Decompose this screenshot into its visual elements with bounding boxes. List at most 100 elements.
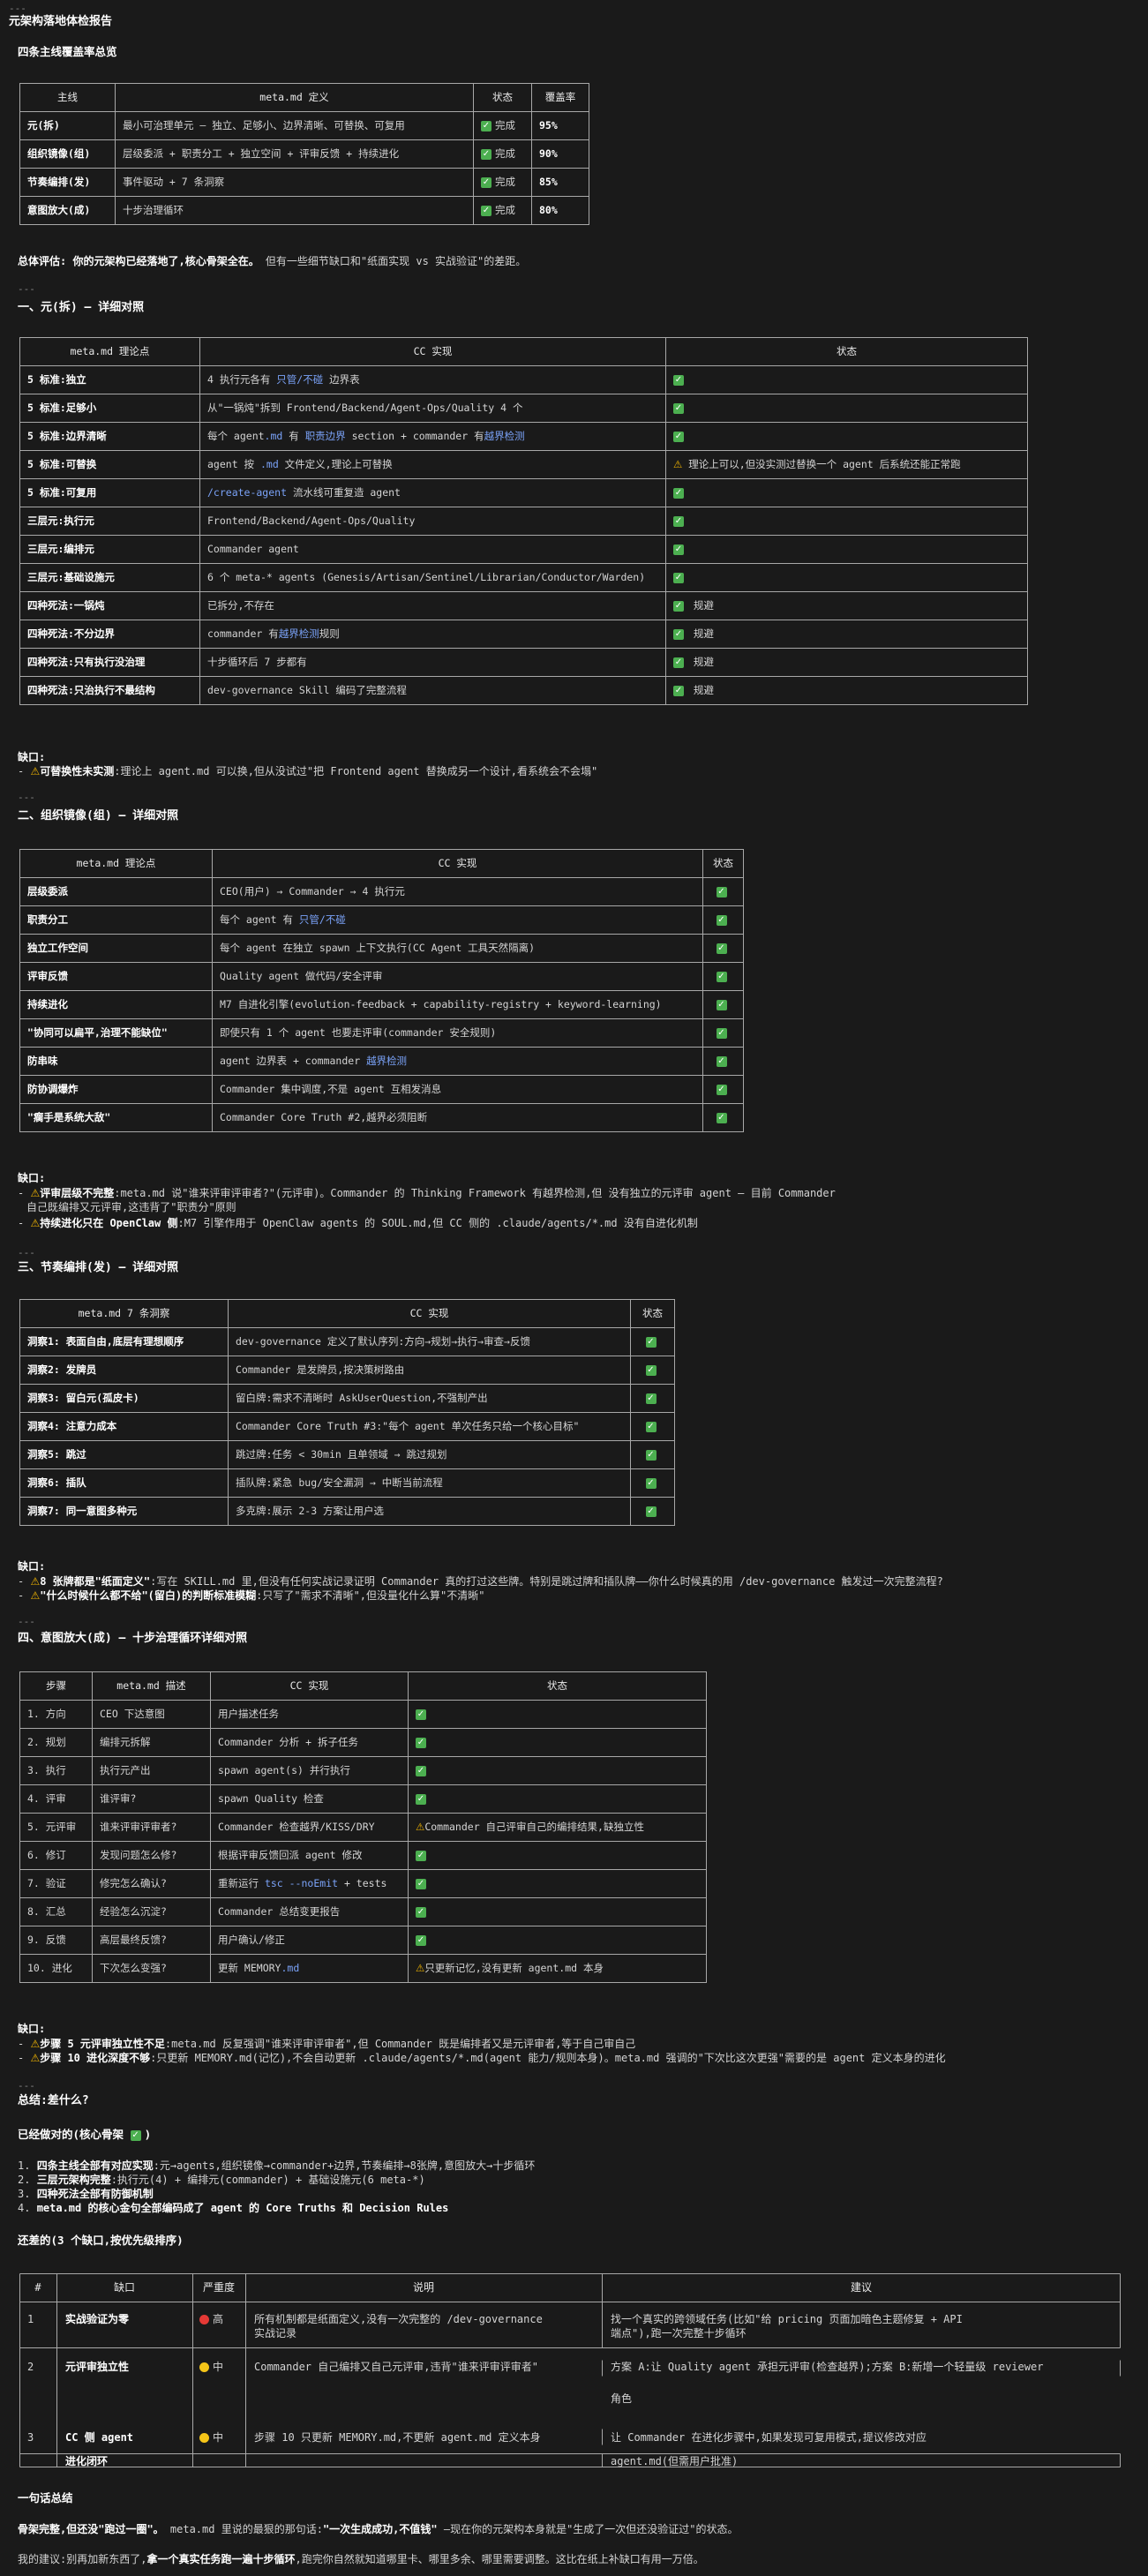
table-row: "协同可以扁平,治理不能缺位" 即使只有 1 个 agent 也要走评审(comm…	[19, 1018, 744, 1048]
cc-implementation: Commander 总结变更报告	[210, 1897, 409, 1926]
check-icon: ✓	[130, 2129, 141, 2141]
status-cell: ✓	[665, 365, 1028, 394]
cc-implementation: dev-governance Skill 编码了完整流程	[199, 676, 666, 705]
yellow-dot-icon	[199, 2433, 209, 2443]
theory-point: 三层元:基础设施元	[19, 563, 200, 592]
meta-description: 谁来评审评审者?	[92, 1813, 211, 1842]
done-item-bold: 四条主线全部有对应实现	[36, 2159, 154, 2172]
status-cell: ✓	[630, 1412, 675, 1441]
check-icon: ✓	[716, 1027, 727, 1039]
column-header: meta.md 定义	[115, 83, 474, 112]
overview-definition: 事件驱动 + 7 条洞察	[115, 168, 474, 197]
overview-heading: 四条主线覆盖率总览	[18, 45, 117, 58]
status-cell: ✓	[665, 422, 1028, 451]
gap-label: 缺口:	[18, 2023, 46, 2035]
status-cell: ✓	[408, 1700, 707, 1729]
column-header: 说明	[412, 2281, 434, 2294]
severity-badge: 高	[199, 2312, 223, 2327]
check-icon: ✓	[645, 1364, 657, 1376]
warning-icon: ⚠	[30, 2038, 41, 2050]
table-row: 洞察2: 发牌员 Commander 是发牌员,按决策树路由 ✓	[19, 1356, 675, 1385]
severity-badge: 中	[199, 2430, 223, 2445]
status-cell: ✓	[702, 990, 744, 1019]
cc-implementation: spawn agent(s) 并行执行	[210, 1756, 409, 1785]
warning-icon: ⚠	[416, 1962, 425, 1975]
column-header: 状态	[630, 1299, 675, 1328]
cc-implementation: CEO(用户) → Commander → 4 执行元	[212, 877, 703, 906]
gap-row-suggestion: 方案 A:让 Quality agent 承担元评审(检查越界);方案 B:新增…	[611, 2361, 1044, 2373]
cc-implementation: 每个 agent 在独立 spawn 上下文执行(CC Agent 工具天然隔离…	[212, 934, 703, 963]
column-header: 状态	[665, 337, 1028, 366]
check-icon: ✓	[416, 1906, 426, 1918]
check-icon: ✓	[673, 685, 684, 696]
table-row: 2. 规划 编排元拆解 Commander 分析 + 拆子任务 ✓	[19, 1728, 707, 1757]
check-icon: ✓	[645, 1336, 657, 1348]
check-icon: ✓	[673, 572, 684, 583]
overview-coverage: 95%	[531, 111, 589, 140]
status-cell: ✓ 规避	[665, 591, 1028, 620]
gap-row-desc: 所有机制都是纸面定义,没有一次完整的 /dev-governance	[254, 2313, 543, 2325]
check-icon: ✓	[416, 1850, 426, 1861]
cc-implementation: 用户描述任务	[210, 1700, 409, 1729]
done-item-text: :元→agents,组织镜像→commander+边界,节奏编排→8张牌,意图放…	[153, 2159, 536, 2172]
cc-implementation: Commander 是发牌员,按决策树路由	[228, 1356, 631, 1385]
cc-implementation: dev-governance 定义了默认序列:方向→规划→执行→审查→反馈	[228, 1327, 631, 1356]
cc-implementation: 每个 agent 有 只管/不碰	[212, 905, 703, 935]
insight: 洞察2: 发牌员	[19, 1356, 229, 1385]
meta-description: 修完怎么确认?	[92, 1869, 211, 1898]
done-item: 4. meta.md 的核心金句全部编码成了 agent 的 Core Trut…	[18, 2202, 449, 2214]
column-header: CC 实现	[210, 1671, 409, 1701]
status-cell: ✓ 规避	[665, 676, 1028, 705]
check-icon: ✓	[416, 1737, 426, 1748]
meta-description: 编排元拆解	[92, 1728, 211, 1757]
column-header: 状态	[473, 83, 532, 112]
insight: 洞察1: 表面自由,底层有理想顺序	[19, 1327, 229, 1356]
cc-implementation: 6 个 meta-* agents (Genesis/Artisan/Senti…	[199, 563, 666, 592]
step: 3. 执行	[19, 1756, 93, 1785]
gap-label: 缺口:	[18, 1560, 46, 1573]
theory-point: 评审反馈	[19, 962, 213, 991]
cc-implementation: 更新 MEMORY.md	[210, 1954, 409, 1983]
cc-implementation: 留白牌:需求不清晰时 AskUserQuestion,不强制产出	[228, 1384, 631, 1413]
table-row: 10. 进化 下次怎么变强? 更新 MEMORY.md ⚠只更新记忆,没有更新 age…	[19, 1954, 707, 1983]
insight: 洞察4: 注意力成本	[19, 1412, 229, 1441]
check-icon: ✓	[673, 544, 684, 555]
gap-item: - ⚠可替换性未实测:理论上 agent.md 可以换,但从没试过"把 Fron…	[18, 765, 598, 777]
overview-status: ✓ 完成	[473, 196, 532, 225]
check-icon: ✓	[416, 1709, 426, 1720]
status-cell: ✓	[665, 507, 1028, 536]
overview-mainline: 元(拆)	[19, 111, 116, 140]
overview-definition: 最小可治理单元 — 独立、足够小、边界清晰、可替换、可复用	[115, 111, 474, 140]
column-header: meta.md 理论点	[19, 337, 200, 366]
theory-point: 持续进化	[19, 990, 213, 1019]
table-row: 洞察5: 跳过 跳过牌:任务 < 30min 且单领域 → 跳过规划 ✓	[19, 1440, 675, 1469]
status-cell: ✓	[665, 478, 1028, 507]
table-header-row: 主线 meta.md 定义 状态 覆盖率	[19, 83, 589, 112]
check-icon: ✓	[481, 176, 491, 188]
column-header: 建议	[850, 2281, 872, 2294]
table-row: 组织镜像(组) 层级委派 + 职责分工 + 独立空间 + 评审反馈 + 持续进化 ✓…	[19, 139, 589, 169]
column-header: 状态	[408, 1671, 707, 1701]
overall-rest: 但有一些细节缺口和"纸面实现 vs 实战验证"的差距。	[259, 255, 527, 267]
done-item: 2. 三层元架构完整:执行元(4) + 编排元(commander) + 基础设…	[18, 2174, 425, 2186]
theory-point: 独立工作空间	[19, 934, 213, 963]
column-header: CC 实现	[228, 1299, 631, 1328]
final-summary: 骨架完整,但还没"跑过一圈"。 meta.md 里说的最狠的那句话:"一次生成成…	[18, 2523, 739, 2535]
table-row: 层级委派 CEO(用户) → Commander → 4 执行元 ✓	[19, 877, 744, 906]
gap-item-bold: 评审层级不完整	[40, 1187, 115, 1199]
done-item-bold: meta.md 的核心金句全部编码成了 agent 的 Core Truths …	[36, 2202, 449, 2214]
gap-item-text: :meta.md 反复强调"谁来评审评审者",但 Commander 既是编排者…	[164, 2038, 636, 2050]
table-row: 5 标准:足够小 从"一锅炖"拆到 Frontend/Backend/Agent-…	[19, 394, 1028, 423]
status-cell: ✓	[408, 1784, 707, 1814]
status-cell: ✓	[408, 1869, 707, 1898]
table-row: 5 标准:独立 4 执行元各有 只管/不碰 边界表 ✓	[19, 365, 1028, 394]
check-icon: ✓	[416, 1793, 426, 1805]
section2-table: meta.md 理论点 CC 实现 状态 层级委派 CEO(用户) → Comma…	[19, 849, 744, 1132]
status-cell: ✓	[408, 1841, 707, 1870]
meta-description: 经验怎么沉淀?	[92, 1897, 211, 1926]
done-title-text: 已经做对的(核心骨架	[18, 2128, 124, 2141]
column-header: meta.md 描述	[92, 1671, 211, 1701]
check-icon: ✓	[673, 487, 684, 499]
check-icon: ✓	[673, 402, 684, 414]
step: 5. 元评审	[19, 1813, 93, 1842]
